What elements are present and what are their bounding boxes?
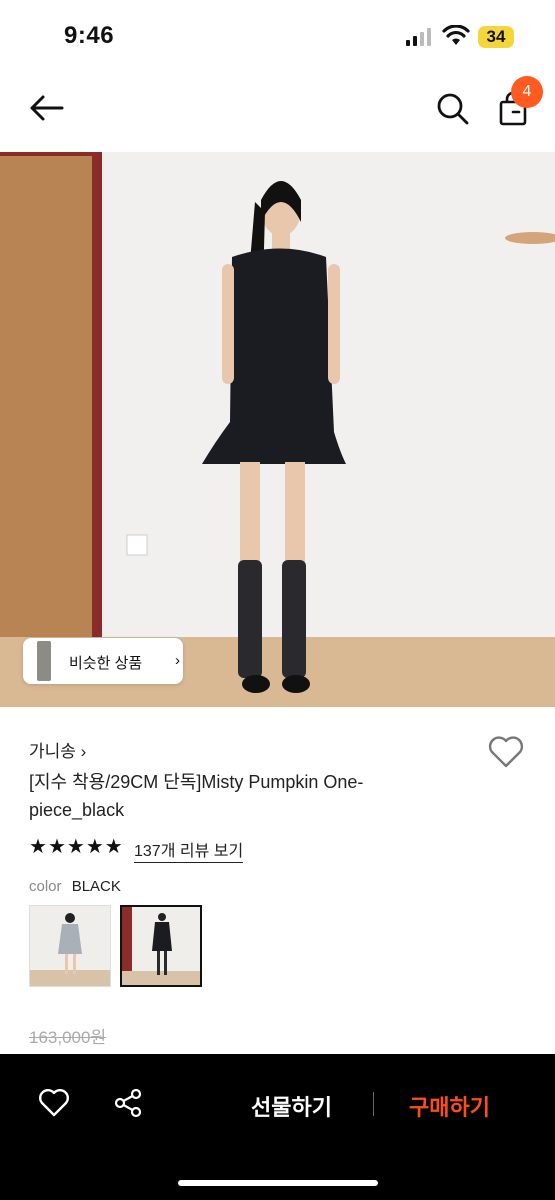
status-bar: 9:46 34	[0, 0, 555, 70]
color-key: color	[29, 878, 62, 895]
top-nav: 4	[0, 70, 555, 152]
share-icon[interactable]	[113, 1088, 143, 1118]
cart-count-badge: 4	[511, 76, 543, 108]
rating-stars: ★ ★ ★ ★ ★	[29, 836, 123, 858]
color-row: color BLACK	[29, 878, 121, 895]
buy-button[interactable]: 구매하기	[409, 1090, 490, 1122]
divider	[373, 1092, 374, 1116]
color-option-grey[interactable]	[29, 905, 111, 987]
bottom-action-bar: 선물하기 구매하기	[0, 1054, 555, 1200]
similar-products-button[interactable]: 비슷한 상품 ›	[23, 638, 183, 684]
like-heart-icon[interactable]	[38, 1088, 70, 1118]
wishlist-heart-icon[interactable]	[487, 735, 525, 769]
star-icon: ★	[29, 836, 47, 858]
option-thumbnail	[30, 906, 110, 986]
similar-thumbnail	[37, 641, 51, 681]
status-time: 9:46	[64, 22, 115, 49]
star-icon: ★	[104, 836, 123, 858]
original-price: 163,000원	[29, 1028, 107, 1047]
color-option-black[interactable]	[120, 905, 202, 987]
cellular-signal-icon	[406, 28, 431, 46]
product-photo	[0, 152, 555, 707]
back-arrow-icon[interactable]	[28, 94, 64, 122]
product-image[interactable]	[0, 152, 555, 707]
star-icon: ★	[85, 836, 104, 858]
option-thumbnail	[122, 907, 200, 985]
gift-button[interactable]: 선물하기	[251, 1090, 332, 1122]
star-icon: ★	[66, 836, 85, 858]
product-title: [지수 착용/29CM 단독]Misty Pumpkin One-piece_b…	[29, 772, 364, 820]
brand-link[interactable]: 가니송 ›	[29, 737, 86, 762]
wifi-icon	[442, 25, 470, 45]
home-indicator	[178, 1180, 378, 1186]
battery-indicator: 34	[478, 26, 514, 48]
chevron-right-icon: ›	[175, 652, 180, 669]
similar-products-label: 비슷한 상품	[69, 655, 143, 672]
star-icon: ★	[47, 836, 66, 858]
search-icon[interactable]	[436, 92, 470, 126]
review-link[interactable]: 137개 리뷰 보기	[134, 837, 244, 863]
color-value: BLACK	[71, 878, 121, 895]
